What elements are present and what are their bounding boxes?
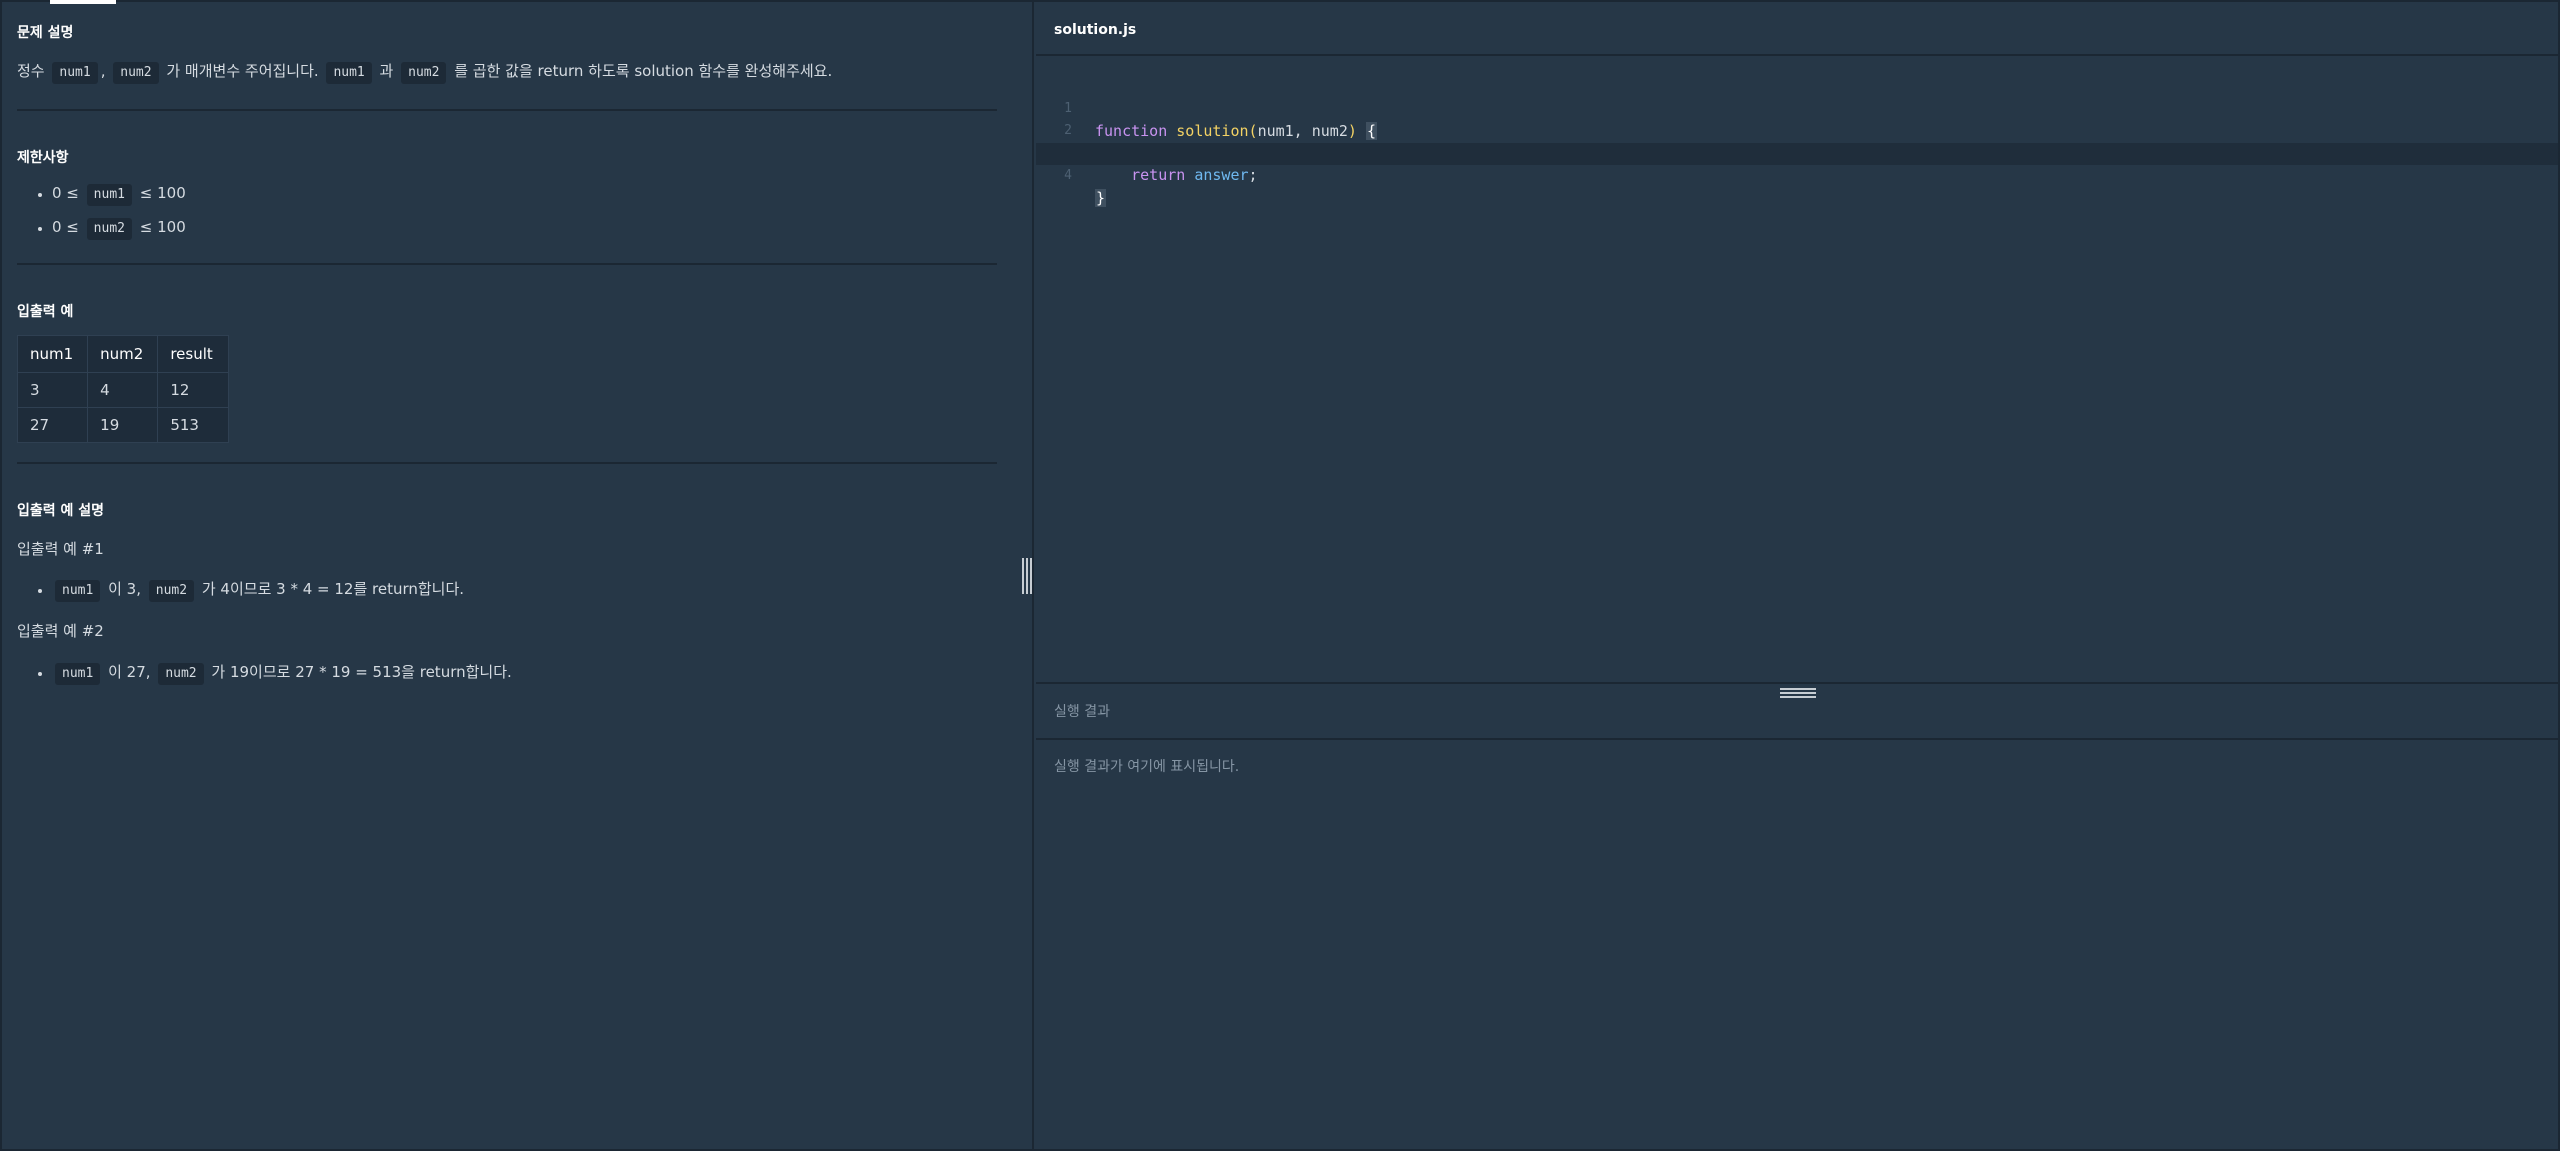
description-text-part: 가 매개변수 주어집니다. [166, 62, 319, 80]
io-explain-title: 입출력 예 설명 [17, 503, 105, 519]
horizontal-resize-handle[interactable] [1780, 688, 1816, 698]
constraints-title: 제한사항 [17, 150, 69, 166]
code-line[interactable]: 2 var answer = 0; [1036, 98, 2558, 162]
code-token: answer [1194, 166, 1249, 184]
table-cell: 12 [157, 372, 230, 408]
constraint-item: 0 ≤ num2 ≤ 100 [52, 210, 186, 244]
description-text-part: 를 곱한 값을 return 하도록 solution 함수를 완성해주세요. [454, 62, 833, 80]
constraint-pre: 0 ≤ [52, 218, 79, 236]
table-row: 27 19 513 [16, 407, 230, 443]
example-text: 이 27, [108, 663, 151, 681]
description-text-part: , [100, 62, 106, 80]
code-text: } [1095, 187, 1107, 209]
code-token: } [1095, 189, 1107, 207]
code-num2: num2 [401, 62, 447, 84]
constraint-post: ≤ 100 [139, 184, 186, 202]
code-text: return answer; [1095, 164, 1258, 186]
file-tab-solution-js[interactable]: solution.js [1054, 22, 1136, 38]
example-text: 이 3, [108, 580, 141, 598]
code-num2: num2 [148, 580, 195, 602]
code-token: return [1131, 166, 1186, 184]
table-header: num2 [87, 335, 159, 373]
editor-tab-bar: solution.js [1036, 4, 2558, 56]
code-num1: num1 [55, 663, 101, 685]
example-label: 입출력 예 #1 [17, 540, 104, 558]
code-num1: num1 [86, 184, 132, 206]
code-editor[interactable]: 1 function solution(num1, num2) { 2 var … [1036, 58, 2558, 680]
code-num2: num2 [113, 62, 159, 84]
constraints-list: 0 ≤ num1 ≤ 100 0 ≤ num2 ≤ 100 [30, 176, 186, 244]
io-title: 입출력 예 [17, 304, 74, 320]
code-token: ; [1248, 166, 1258, 184]
code-line[interactable]: 3 return answer; [1036, 120, 2558, 184]
code-line-active[interactable]: 4 } [1036, 143, 2558, 207]
section-divider [17, 109, 997, 111]
io-table: num1 num2 result 3 4 12 27 19 513 [16, 335, 230, 443]
result-output: 실행 결과가 여기에 표시됩니다. [1054, 759, 1240, 775]
example-list: num1 이 27, num2 가 19이므로 27 * 19 = 513을 r… [30, 655, 512, 689]
table-row: 3 4 12 [16, 372, 230, 408]
table-cell: 3 [16, 372, 89, 408]
section-divider [17, 462, 997, 464]
table-cell: 27 [16, 407, 89, 443]
constraint-item: 0 ≤ num1 ≤ 100 [52, 176, 186, 210]
example-label: 입출력 예 #2 [17, 622, 104, 640]
table-header: result [157, 335, 230, 373]
example-item: num1 이 3, num2 가 4이므로 3 * 4 = 12를 return… [52, 572, 464, 606]
example-item: num1 이 27, num2 가 19이므로 27 * 19 = 513을 r… [52, 655, 512, 689]
description-text-part: 정수 [17, 62, 45, 80]
code-num1: num1 [326, 62, 372, 84]
problem-panel: 문제 설명 정수 num1, num2 가 매개변수 주어집니다. num1 과… [0, 0, 1034, 1151]
description-text: 정수 num1, num2 가 매개변수 주어집니다. num1 과 num2 … [17, 60, 832, 84]
table-cell: 513 [157, 407, 230, 443]
code-num2: num2 [86, 218, 132, 240]
vertical-resize-handle[interactable] [1022, 558, 1032, 594]
description-title: 문제 설명 [17, 25, 74, 41]
constraint-post: ≤ 100 [139, 218, 186, 236]
example-list: num1 이 3, num2 가 4이므로 3 * 4 = 12를 return… [30, 572, 464, 606]
table-cell: 4 [87, 372, 159, 408]
result-title: 실행 결과 [1054, 704, 1110, 720]
constraint-pre: 0 ≤ [52, 184, 79, 202]
code-num2: num2 [158, 663, 204, 685]
table-header-row: num1 num2 result [16, 335, 230, 373]
section-divider [17, 263, 997, 265]
table-header: num1 [16, 335, 89, 373]
example-text: 가 4이므로 3 * 4 = 12를 return합니다. [201, 580, 465, 598]
code-num1: num1 [52, 62, 98, 84]
description-text-part: 과 [379, 62, 394, 80]
table-cell: 19 [87, 407, 159, 443]
line-number: 4 [1064, 168, 1072, 183]
code-line[interactable]: 1 function solution(num1, num2) { [1036, 76, 2558, 140]
example-text: 가 19이므로 27 * 19 = 513을 return합니다. [211, 663, 512, 681]
code-num1: num1 [55, 580, 101, 602]
